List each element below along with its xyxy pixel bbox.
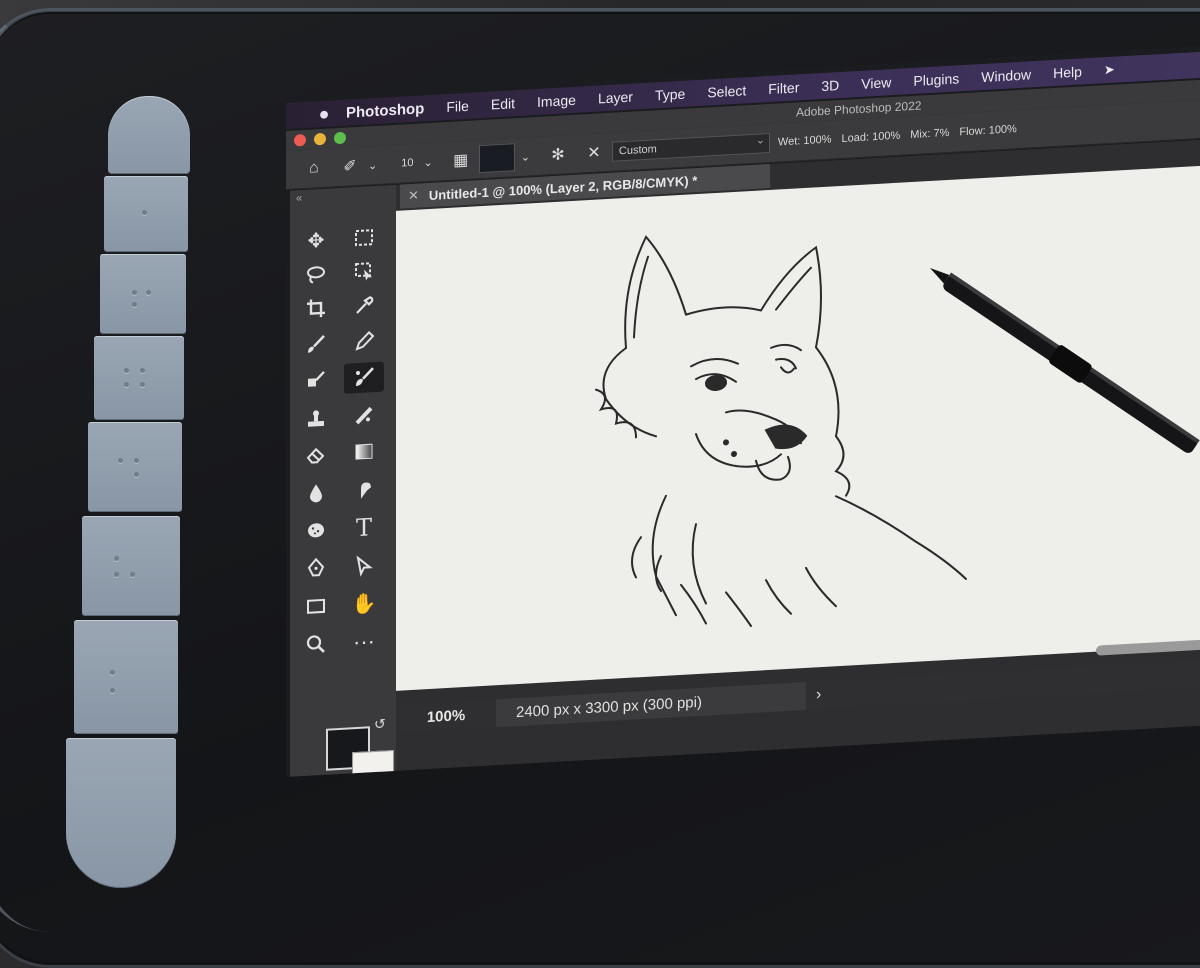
menu-view[interactable]: View [861, 74, 891, 92]
express-key-7[interactable] [74, 620, 178, 734]
rectangle-icon[interactable] [296, 590, 336, 622]
history-brush-icon[interactable] [296, 364, 336, 396]
menu-app[interactable]: Photoshop [346, 100, 424, 121]
fox-sketch [595, 235, 967, 628]
menu-type[interactable]: Type [655, 86, 685, 104]
wet-field[interactable]: Wet: 100% [778, 134, 832, 149]
lasso-icon[interactable] [296, 258, 336, 290]
mixer-brush-tool-icon[interactable] [344, 361, 384, 394]
stamp-icon[interactable] [296, 402, 336, 434]
home-icon[interactable]: ⌂ [302, 156, 326, 181]
swatch-chevron-icon[interactable]: ⌄ [521, 150, 530, 164]
drawing-canvas[interactable] [396, 165, 1200, 691]
mixer-preset-select[interactable]: Custom [611, 132, 770, 162]
flow-field[interactable]: Flow: 100% [959, 123, 1016, 138]
type-icon[interactable]: T [344, 512, 384, 544]
smudge-icon[interactable] [344, 474, 384, 506]
healing-brush-icon[interactable] [344, 400, 384, 432]
express-key-2[interactable] [104, 176, 188, 252]
express-key-8[interactable] [66, 738, 176, 888]
sponge-icon[interactable] [296, 514, 336, 546]
mix-field[interactable]: Mix: 7% [910, 127, 949, 141]
zoom-icon[interactable] [296, 628, 336, 660]
marquee-icon[interactable] [344, 222, 384, 254]
zoom-level[interactable]: 100% [396, 705, 496, 728]
pencil-icon[interactable] [344, 326, 384, 358]
zoom-window-button[interactable] [334, 131, 346, 145]
menu-layer[interactable]: Layer [598, 89, 633, 107]
menu-help[interactable]: Help [1053, 64, 1082, 82]
express-key-6[interactable] [82, 516, 180, 616]
menu-select[interactable]: Select [707, 82, 746, 100]
document-info[interactable]: 2400 px x 3300 px (300 ppi) [496, 681, 806, 728]
express-keys [56, 96, 196, 896]
menu-3d[interactable]: 3D [821, 77, 839, 94]
swap-icon[interactable]: ↺ [374, 715, 386, 733]
brush-color-swatch[interactable] [478, 143, 515, 174]
express-key-3[interactable] [100, 254, 186, 334]
brush-size-value[interactable]: 10 [401, 157, 413, 170]
brush-size-chevron-icon[interactable]: ⌄ [423, 155, 432, 169]
photoshop-screen: ● Photoshop File Edit Image Layer Type S… [286, 45, 1200, 777]
menu-window[interactable]: Window [981, 66, 1031, 85]
path-select-icon[interactable] [344, 550, 384, 582]
navigation-icon[interactable]: ➤ [1104, 62, 1115, 79]
hand-icon[interactable]: ✋ [344, 588, 384, 620]
minimize-window-button[interactable] [314, 132, 326, 146]
gradient-icon[interactable] [344, 436, 384, 468]
express-key-4[interactable] [94, 336, 184, 420]
collapse-panel-icon[interactable]: « [296, 192, 302, 204]
eyedropper-icon[interactable] [344, 290, 384, 322]
close-tab-icon[interactable]: ✕ [408, 188, 419, 205]
status-chevron-icon[interactable]: › [816, 686, 821, 704]
eraser-icon[interactable] [296, 438, 336, 470]
close-window-button[interactable] [294, 133, 306, 147]
express-key-5[interactable] [88, 422, 182, 512]
mixer-brush-icon[interactable]: ✐ [338, 154, 362, 179]
menu-file[interactable]: File [446, 98, 469, 115]
document-area: ✕ Untitled-1 @ 100% (Layer 2, RGB/8/CMYK… [396, 139, 1200, 771]
crop-icon[interactable] [296, 292, 336, 324]
pen-icon[interactable] [296, 552, 336, 584]
tool-preset-chevron-icon[interactable]: ⌄ [368, 158, 377, 172]
more-icon[interactable]: ··· [344, 626, 384, 658]
blur-icon[interactable] [296, 476, 336, 508]
menu-plugins[interactable]: Plugins [913, 70, 959, 89]
load-brush-icon[interactable]: ✻ [546, 142, 570, 167]
menu-filter[interactable]: Filter [768, 79, 799, 97]
brush-icon[interactable] [296, 328, 336, 360]
express-key-1[interactable] [108, 96, 190, 174]
load-field[interactable]: Load: 100% [842, 130, 901, 145]
tools-panel: « ✥ T ✋ ··· ↺ ◩ [290, 184, 396, 777]
menu-edit[interactable]: Edit [491, 95, 515, 112]
move-icon[interactable]: ✥ [296, 224, 336, 256]
apple-icon[interactable]: ● [314, 103, 334, 125]
object-select-icon[interactable] [344, 256, 384, 288]
menu-image[interactable]: Image [537, 92, 576, 110]
clean-brush-icon[interactable]: ✕ [582, 140, 606, 165]
brush-preset-icon[interactable]: ▦ [449, 148, 473, 173]
